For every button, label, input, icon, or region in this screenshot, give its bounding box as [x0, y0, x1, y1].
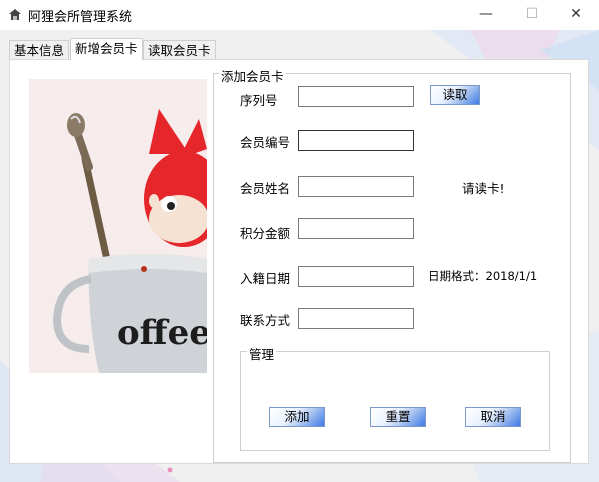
manage-group: 管理 添加 重置 取消: [240, 344, 550, 451]
reset-button[interactable]: 重置: [370, 407, 426, 427]
contact-input[interactable]: [298, 308, 414, 329]
read-card-hint: 请读卡!: [462, 181, 505, 196]
read-button[interactable]: 读取: [430, 85, 480, 105]
tab-page-new-member-card: offee 添加会员卡 序列号 读取 会员编号 会员姓名 请读卡! 积分金额 入…: [9, 59, 589, 464]
join-date-input[interactable]: [298, 266, 414, 287]
add-member-card-group: 添加会员卡 序列号 读取 会员编号 会员姓名 请读卡! 积分金额 入籍日期 日期…: [213, 66, 571, 463]
contact-label: 联系方式: [240, 313, 291, 328]
title-bar: 阿狸会所管理系统 — ☐ ✕: [0, 0, 599, 30]
date-format-hint: 日期格式：2018/1/1: [428, 269, 538, 283]
join-date-label: 入籍日期: [240, 271, 291, 286]
minimize-button[interactable]: —: [463, 0, 509, 30]
client-area: 基本信息 新增会员卡 读取会员卡 offee 添加会员卡 序列号 读取 会员编号…: [0, 30, 599, 482]
coffee-fox-image: offee: [29, 79, 207, 373]
cancel-button[interactable]: 取消: [465, 407, 521, 427]
points-input[interactable]: [298, 218, 414, 239]
window-title: 阿狸会所管理系统: [28, 10, 133, 25]
tab-basic-info[interactable]: 基本信息: [9, 40, 70, 60]
member-name-label: 会员姓名: [240, 181, 291, 196]
maximize-button[interactable]: ☐: [509, 0, 555, 30]
add-member-card-group-title: 添加会员卡: [219, 66, 286, 85]
app-icon: [9, 9, 21, 20]
tab-read-member-card[interactable]: 读取会员卡: [143, 40, 216, 60]
tab-new-member-card[interactable]: 新增会员卡: [70, 38, 143, 60]
points-label: 积分金额: [240, 226, 291, 241]
member-name-input[interactable]: [298, 176, 414, 197]
serial-input[interactable]: [298, 86, 414, 107]
serial-label: 序列号: [240, 93, 278, 108]
manage-group-title: 管理: [247, 344, 277, 363]
add-button[interactable]: 添加: [269, 407, 325, 427]
member-no-input[interactable]: [298, 130, 414, 151]
mug-text: offee: [117, 313, 207, 353]
member-no-label: 会员编号: [240, 135, 291, 150]
close-button[interactable]: ✕: [553, 0, 599, 30]
